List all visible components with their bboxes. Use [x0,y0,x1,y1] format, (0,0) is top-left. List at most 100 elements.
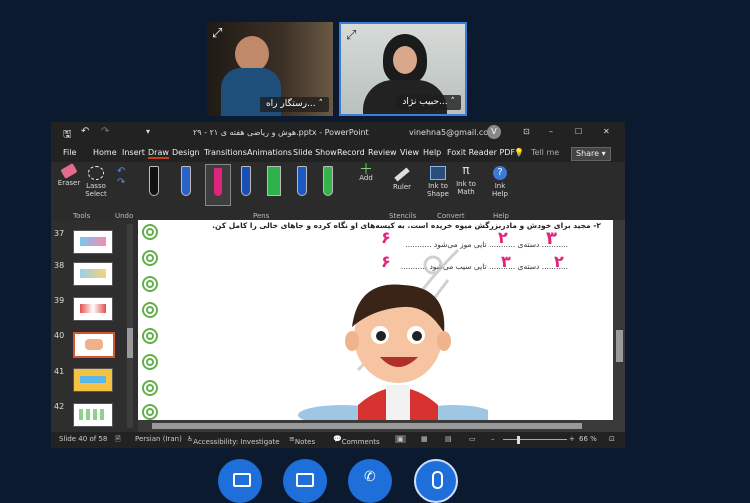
ruler-button[interactable]: Ruler [389,166,415,191]
account-avatar[interactable]: V [487,125,501,139]
language-indicator[interactable]: Persian (Iran) [135,435,182,443]
tab-foxit[interactable]: Foxit Reader PDF [447,148,515,157]
tab-file[interactable]: File [63,148,76,157]
tab-design[interactable]: Design [172,148,200,157]
share-button[interactable]: Share ▾ [571,147,611,161]
slide-thumbnail[interactable] [73,230,113,254]
tab-transitions[interactable]: Transitions [204,148,247,157]
expand-icon[interactable]: ⤢ [212,27,226,41]
undo-icon[interactable]: ↶ [81,126,89,137]
pi-icon: π [462,163,470,177]
zoom-level[interactable]: 66 % [579,435,597,443]
share-screen-button[interactable] [218,459,262,503]
thumb-art [80,269,106,278]
highlighter-green[interactable] [267,166,281,196]
pen-dark-blue[interactable] [297,166,307,196]
thumb-art [85,339,103,350]
save-icon[interactable]: 🖫 [63,127,72,144]
notes-button[interactable]: ≡ Notes [289,435,315,446]
tab-record[interactable]: Record [337,148,365,157]
draw-ribbon: Eraser Lasso Select Tools ↶ ↷ Undo ＋ Add … [51,162,625,220]
slide-thumbnail-selected[interactable] [73,332,115,358]
ink-to-shape-label: Ink to Shape [427,182,449,198]
thumb-art [80,237,106,246]
ink-help-button[interactable]: ? Ink Help [488,166,512,198]
participant-video-2[interactable]: ⤢ حبیب نژاد... ˄ [339,22,467,116]
ink-to-math-button[interactable]: π Ink to Math [453,163,479,196]
tab-help[interactable]: Help [423,148,441,157]
tools-group-label: Tools [73,212,91,220]
ribbon-tabs: File Home Insert Draw Design Transitions… [51,144,625,162]
ink-to-math-label: Ink to Math [456,180,476,196]
tab-review[interactable]: Review [368,148,397,157]
thumb-number: 37 [54,229,65,238]
horizontal-scrollbar[interactable] [138,420,614,432]
normal-view-button[interactable]: ▣ [395,435,406,443]
thumb-number: 38 [54,261,65,270]
lasso-icon [88,166,104,180]
comments-label: Comments [341,438,380,446]
vertical-scrollbar[interactable] [614,220,625,420]
pen-black[interactable] [149,166,159,196]
ink-digit: ۲ [498,228,508,247]
pen-blue[interactable] [181,166,191,196]
tab-slide-show[interactable]: Slide Show [293,148,337,157]
pen-green[interactable] [323,166,333,196]
maximize-button[interactable]: ☐ [575,127,582,136]
current-slide[interactable]: ۲- مجید برای خودش و مادربزرگش میوه خریده… [138,220,613,420]
vertical-scroll-thumb[interactable] [616,330,623,362]
eraser-button[interactable]: Eraser [57,163,81,187]
account-email: vinehna5@gmail.com [409,128,496,137]
pen-pink-selected[interactable] [205,164,231,206]
ruler-label: Ruler [392,183,412,191]
accessibility-checker[interactable]: ♿ Accessibility: Investigate [187,435,280,446]
zoom-in-button[interactable]: + [569,435,575,443]
participant-name-2: حبیب نژاد... ˄ [396,95,461,110]
reading-view-button[interactable]: ▤ [445,435,452,443]
tab-animations[interactable]: Animations [247,148,292,157]
tab-draw[interactable]: Draw [148,148,169,159]
pen-pink-icon [214,168,222,196]
lasso-select-button[interactable]: Lasso Select [83,166,109,198]
thumbnail-scroll-thumb[interactable] [127,328,133,358]
slide-sorter-button[interactable]: ▦ [421,435,428,443]
slide-thumbnail[interactable] [73,368,113,392]
horizontal-scroll-thumb[interactable] [152,423,582,429]
slide-thumbnail[interactable] [73,403,113,427]
comments-button[interactable]: 💬 Comments [333,435,380,446]
thumb-number: 41 [54,367,65,376]
help-icon: ? [493,166,507,180]
slide-thumbnail[interactable] [73,297,113,321]
slide-counter: Slide 40 of 58 [59,435,108,443]
zoom-slider-thumb[interactable] [517,436,520,444]
ruler-icon [394,167,410,182]
expand-icon[interactable]: ⤢ [346,29,360,43]
accessibility-label: Accessibility: Investigate [193,438,280,446]
undo-group: ↶ ↷ [117,166,126,188]
camera-button[interactable] [283,459,327,503]
redo-icon[interactable]: ↷ [101,126,109,137]
pen-navy[interactable] [241,166,251,196]
microphone-button[interactable] [414,459,458,503]
tab-view[interactable]: View [400,148,419,157]
ink-to-shape-button[interactable]: Ink to Shape [425,166,451,198]
add-pen-button[interactable]: ＋ Add [354,163,378,182]
tell-me-search[interactable]: Tell me [531,148,559,157]
participant-video-1[interactable]: ⤢ رستگار راه... ˄ [207,22,333,116]
minimize-button[interactable]: – [549,127,553,136]
thumbnail-scrollbar[interactable] [127,224,133,428]
slide-thumbnail[interactable] [73,262,113,286]
fit-to-window-button[interactable]: ⊡ [609,435,615,443]
close-button[interactable]: ✕ [603,127,610,136]
zoom-out-button[interactable]: – [491,435,495,443]
tab-insert[interactable]: Insert [122,148,145,157]
zoom-slider[interactable] [503,439,567,440]
tab-home[interactable]: Home [93,148,117,157]
ribbon-display-button[interactable]: ⊡ [523,127,530,136]
end-call-button[interactable]: ✆ [348,459,392,503]
customize-qat-icon[interactable]: ▾ [146,127,150,136]
thumb-art [80,376,106,383]
slide-show-button[interactable]: ▭ [469,435,476,443]
spellcheck-icon[interactable]: 🗎 [115,435,121,446]
convert-group-label: Convert [437,212,465,220]
